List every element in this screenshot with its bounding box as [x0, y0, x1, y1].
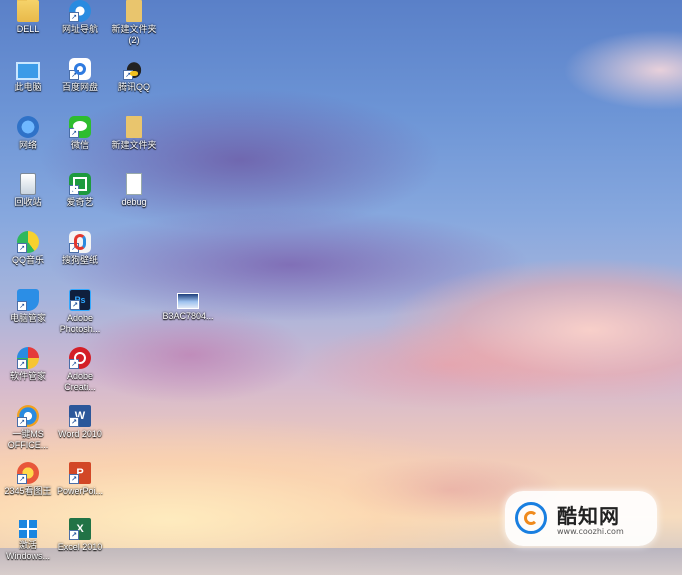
baidu-netdisk-icon: ↗: [69, 58, 91, 80]
image-thumbnail-icon: [177, 293, 199, 309]
file-icon: [126, 0, 142, 22]
sogou-wallpaper-icon: ↗: [69, 231, 91, 253]
desktop-icon-sogou-wallpaper[interactable]: ↗ 搜狗壁纸: [52, 231, 108, 289]
desktop-icon-powerpoint[interactable]: P ↗ PowerPoi...: [52, 462, 108, 520]
desktop-icon-activate-windows[interactable]: 激活 Windows...: [0, 518, 56, 576]
shortcut-arrow-icon: ↗: [123, 70, 133, 80]
excel-icon: X ↗: [69, 518, 91, 540]
desktop-icon-creative-cloud[interactable]: ↗ Adobe Creati...: [52, 347, 108, 405]
internet-explorer-icon: ↗: [69, 0, 91, 22]
desktop-icon-label: B3AC7804...: [162, 311, 214, 321]
desktop-icon-label: PowerPoi...: [56, 486, 104, 496]
desktop-icon-dell[interactable]: DELL: [0, 0, 56, 58]
desktop-icon-wechat[interactable]: ↗ 微信: [52, 116, 108, 174]
shortcut-arrow-icon: ↗: [17, 417, 27, 427]
powerpoint-icon: P ↗: [69, 462, 91, 484]
desktop-icon-label: debug: [121, 197, 147, 207]
office-installer-icon: ↗: [17, 405, 39, 427]
shortcut-arrow-icon: ↗: [17, 359, 27, 369]
desktop-icon-label: Adobe Photosh...: [59, 313, 101, 334]
shortcut-arrow-icon: ↗: [70, 300, 80, 310]
shortcut-arrow-icon: ↗: [69, 185, 79, 195]
shortcut-arrow-icon: ↗: [69, 474, 79, 484]
adobe-creative-cloud-icon: ↗: [69, 347, 91, 369]
desktop-icon-pc-manager[interactable]: ↗ 电脑管家: [0, 289, 56, 347]
desktop-icon-image-b3ac7804[interactable]: B3AC7804...: [160, 290, 216, 348]
iqiyi-icon: ↗: [69, 173, 91, 195]
desktop-icon-new-folder[interactable]: 新建文件夹: [106, 116, 162, 174]
desktop-icon-label: 新建文件夹 (2): [111, 24, 157, 45]
shortcut-arrow-icon: ↗: [69, 417, 79, 427]
qq-icon: ↗: [123, 58, 145, 80]
shortcut-arrow-icon: ↗: [69, 243, 79, 253]
windows-icon: [19, 520, 37, 538]
desktop-icon-recycle-bin[interactable]: 回收站: [0, 173, 56, 231]
shortcut-arrow-icon: ↗: [69, 12, 79, 22]
desktop-icon-excel[interactable]: X ↗ Excel 2010: [52, 518, 108, 576]
desktop-icon-label: 软件管家: [9, 371, 46, 381]
coozhi-watermark: 酷知网 www.coozhi.com: [505, 491, 657, 546]
desktop-icon-label: 此电脑: [14, 82, 42, 92]
desktop-icon-label: 微信: [70, 140, 89, 150]
shortcut-arrow-icon: ↗: [69, 530, 79, 540]
desktop-icon-baidu-netdisk[interactable]: ↗ 百度网盘: [52, 58, 108, 116]
recycle-bin-icon: [20, 173, 36, 195]
word-icon: W ↗: [69, 405, 91, 427]
desktop-icon-label: Excel 2010: [57, 542, 103, 552]
wechat-icon: ↗: [69, 116, 91, 138]
watermark-url: www.coozhi.com: [557, 527, 624, 536]
desktop-icon-label: Word 2010: [58, 429, 102, 439]
shortcut-arrow-icon: ↗: [69, 70, 79, 80]
shortcut-arrow-icon: ↗: [17, 301, 27, 311]
desktop-icon-tencent-qq[interactable]: ↗ 腾讯QQ: [106, 58, 162, 116]
desktop-icon-label: 2345看图王: [4, 486, 52, 496]
desktop-icon-word[interactable]: W ↗ Word 2010: [52, 405, 108, 463]
2345-viewer-icon: ↗: [17, 462, 39, 484]
desktop-icon-qq-music[interactable]: ↗ QQ音乐: [0, 231, 56, 289]
network-icon: [17, 116, 39, 138]
desktop-icon-label: 爱奇艺: [66, 197, 94, 207]
desktop-icon-this-pc[interactable]: 此电脑: [0, 58, 56, 116]
desktop-icon-iqiyi[interactable]: ↗ 爱奇艺: [52, 173, 108, 231]
shortcut-arrow-icon: ↗: [17, 243, 27, 253]
desktop-icon-network[interactable]: 网络: [0, 116, 56, 174]
photoshop-icon: Ps↗: [69, 289, 91, 311]
desktop-icon-debug[interactable]: debug: [106, 173, 162, 231]
desktop-icon-web-nav[interactable]: ↗ 网址导航: [52, 0, 108, 58]
desktop-icon-label: 网络: [18, 140, 37, 150]
desktop-icon-label: 网址导航: [61, 24, 98, 34]
shortcut-arrow-icon: ↗: [69, 128, 79, 138]
desktop-icon-label: DELL: [16, 24, 40, 34]
desktop-icon-label: 回收站: [14, 197, 42, 207]
desktop-icon-photoshop[interactable]: Ps↗ Adobe Photosh...: [52, 289, 108, 347]
desktop-icon-office-installer[interactable]: ↗ 一键MS OFFICE...: [0, 405, 56, 463]
software-manager-icon: ↗: [17, 347, 39, 369]
desktop-icon-label: 搜狗壁纸: [61, 255, 98, 265]
desktop-icon-label: 一键MS OFFICE...: [7, 429, 49, 450]
desktop-icon-label: 电脑管家: [9, 313, 46, 323]
document-icon: [126, 173, 142, 195]
computer-icon: [16, 62, 40, 80]
watermark-title: 酷知网: [557, 504, 620, 528]
shortcut-arrow-icon: ↗: [69, 359, 79, 369]
desktop-icon-2345-viewer[interactable]: ↗ 2345看图王: [0, 462, 56, 520]
shortcut-arrow-icon: ↗: [17, 474, 27, 484]
desktop-icon-label: QQ音乐: [11, 255, 44, 265]
coozhi-logo-icon: [515, 502, 547, 534]
desktop-icon-label: 百度网盘: [61, 82, 98, 92]
folder-icon: [126, 116, 142, 138]
desktop-icon-label: 腾讯QQ: [117, 82, 150, 92]
qq-music-icon: ↗: [17, 231, 39, 253]
desktop-icon-software-manager[interactable]: ↗ 软件管家: [0, 347, 56, 405]
desktop-icon-label: 新建文件夹: [111, 140, 157, 150]
desktop-icon-new-folder-2[interactable]: 新建文件夹 (2): [106, 0, 162, 58]
desktop-icon-label: 激活 Windows...: [5, 540, 50, 561]
desktop-icon-label: Adobe Creati...: [64, 371, 96, 392]
pc-manager-shield-icon: ↗: [17, 289, 39, 311]
folder-icon: [17, 0, 39, 22]
